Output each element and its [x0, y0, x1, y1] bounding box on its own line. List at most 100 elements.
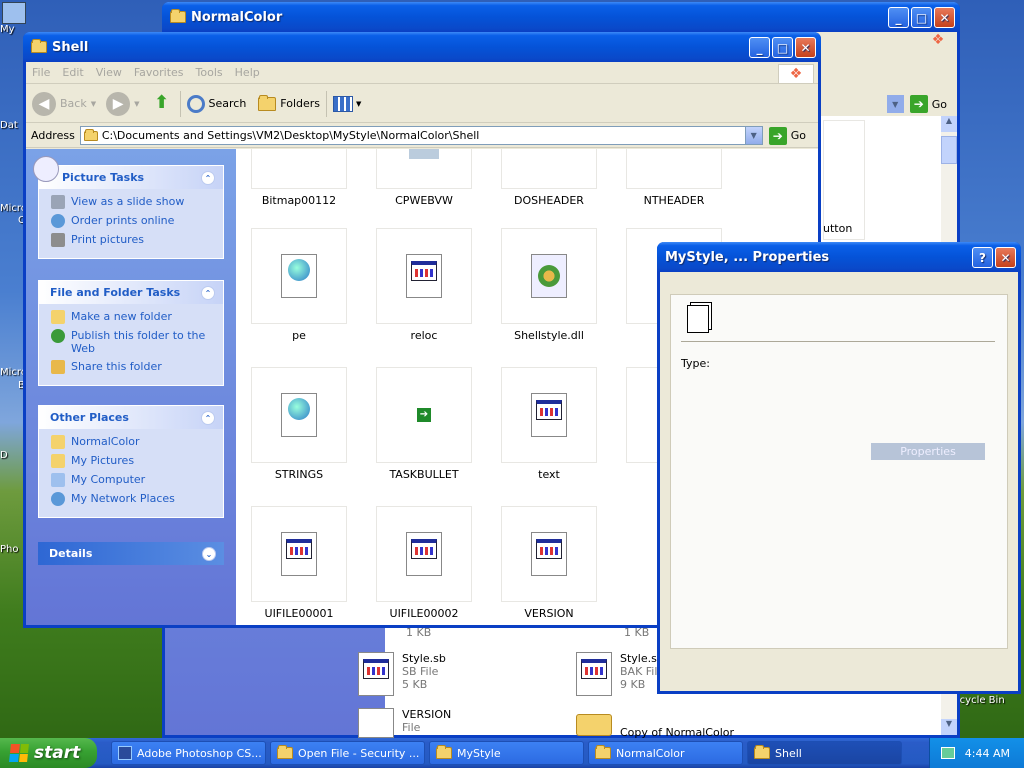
go-icon[interactable]: ➔ — [768, 126, 787, 145]
dialog-title: MyStyle, ... Properties — [665, 249, 830, 265]
go-button[interactable]: Go — [791, 129, 806, 142]
task-slideshow[interactable]: View as a slide show — [51, 195, 215, 209]
up-folder-button[interactable]: ⬆ — [150, 92, 174, 116]
folder-icon — [277, 745, 293, 759]
menu-help[interactable]: Help — [235, 66, 260, 79]
shell-titlebar[interactable]: Shell _ □ ✕ — [23, 32, 821, 62]
maximize-button[interactable]: □ — [772, 37, 793, 58]
address-dropdown-arrow[interactable]: ▼ — [886, 95, 904, 113]
views-icon — [333, 95, 354, 112]
forward-arrow-icon: ▶ — [106, 91, 131, 116]
back-button[interactable]: ◀ Back ▼ — [32, 91, 96, 116]
file-tile[interactable]: Bitmap00112 — [244, 149, 354, 207]
thumbnail — [501, 149, 597, 189]
task-label: Publish this folder to the Web — [71, 329, 206, 355]
minimize-button[interactable]: _ — [888, 7, 909, 28]
go-button[interactable]: Go — [932, 98, 947, 111]
properties-button[interactable]: Properties — [871, 443, 985, 460]
menubar: File Edit View Favorites Tools Help — [26, 62, 818, 84]
list-item[interactable]: Style.sb BAK File 9 KB — [576, 652, 664, 696]
address-dropdown-arrow[interactable]: ▼ — [744, 127, 762, 144]
views-button[interactable]: ▼ — [333, 95, 361, 112]
place-my-computer[interactable]: My Computer — [51, 473, 215, 487]
task-label: Make a new folder — [71, 310, 172, 323]
address-label: Address — [31, 129, 75, 142]
place-my-pictures[interactable]: My Pictures — [51, 454, 215, 468]
file-tile[interactable]: NTHEADER — [619, 149, 729, 207]
list-item[interactable]: Copy of NormalColor — [576, 714, 734, 739]
help-button[interactable]: ? — [972, 247, 993, 268]
file-folder-tasks-header[interactable]: File and Folder Tasks ⌃ — [39, 281, 223, 304]
close-button[interactable]: ✕ — [934, 7, 955, 28]
file-tile[interactable]: DOSHEADER — [494, 149, 604, 207]
close-button[interactable]: ✕ — [795, 37, 816, 58]
properties-titlebar[interactable]: MyStyle, ... Properties ? ✕ — [657, 242, 1021, 272]
task-print-pictures[interactable]: Print pictures — [51, 233, 215, 247]
search-button[interactable]: Search — [186, 94, 246, 113]
menu-view[interactable]: View — [96, 66, 122, 79]
file-label: VERSION — [524, 607, 574, 620]
forward-button[interactable]: ▶ ▼ — [106, 91, 140, 116]
collapse-icon[interactable]: ⌃ — [201, 411, 215, 425]
taskbar-button-mystyle[interactable]: MyStyle — [429, 741, 584, 765]
file-tile[interactable]: Shellstyle.dll — [494, 228, 604, 342]
address-bar: Address C:\Documents and Settings\VM2\De… — [26, 124, 818, 148]
application-icon — [531, 393, 567, 437]
scroll-thumb[interactable] — [941, 136, 957, 164]
network-icon — [51, 492, 65, 506]
other-places-panel: Other Places ⌃ NormalColor My Pictures M… — [38, 405, 224, 518]
file-tile[interactable]: UIFILE00001 — [244, 506, 354, 620]
picture-tasks-header[interactable]: Picture Tasks ⌃ — [33, 156, 223, 189]
list-item[interactable]: VERSION File — [358, 708, 451, 738]
network-tray-icon[interactable] — [940, 747, 955, 759]
other-places-header[interactable]: Other Places ⌃ — [39, 406, 223, 429]
back-arrow-icon: ◀ — [32, 91, 56, 116]
place-normalcolor[interactable]: NormalColor — [51, 435, 215, 449]
file-tile[interactable]: CPWEBVW — [369, 149, 479, 207]
thumbnail — [501, 367, 597, 463]
minimize-button[interactable]: _ — [749, 37, 770, 58]
start-button[interactable]: start — [0, 738, 97, 768]
panel-title: Other Places — [50, 411, 129, 424]
scroll-up-icon[interactable]: ▲ — [941, 116, 957, 132]
folder-icon — [83, 128, 98, 141]
taskbar-button-shell[interactable]: Shell — [747, 741, 902, 765]
expand-icon[interactable]: ⌄ — [202, 547, 216, 561]
details-header[interactable]: Details ⌄ — [38, 542, 224, 565]
task-new-folder[interactable]: Make a new folder — [51, 310, 215, 324]
file-tile[interactable]: VERSION — [494, 506, 604, 620]
file-tile[interactable]: STRINGS — [244, 367, 354, 481]
collapse-icon[interactable]: ⌃ — [201, 171, 215, 185]
collapse-icon[interactable]: ⌃ — [201, 286, 215, 300]
taskbar-button-photoshop[interactable]: Adobe Photoshop CS... — [111, 741, 266, 765]
file-tile[interactable]: ➔ TASKBULLET — [369, 367, 479, 481]
folders-button[interactable]: Folders — [258, 94, 320, 111]
maximize-button[interactable]: □ — [911, 7, 932, 28]
menu-tools[interactable]: Tools — [196, 66, 223, 79]
file-label: DOSHEADER — [514, 194, 584, 207]
scroll-down-icon[interactable]: ▼ — [941, 719, 957, 735]
place-network[interactable]: My Network Places — [51, 492, 215, 506]
menu-file[interactable]: File — [32, 66, 50, 79]
task-order-prints[interactable]: Order prints online — [51, 214, 215, 228]
file-tile[interactable]: UIFILE00002 — [369, 506, 479, 620]
task-publish-web[interactable]: Publish this folder to the Web — [51, 329, 215, 355]
close-button[interactable]: ✕ — [995, 247, 1016, 268]
task-label: Share this folder — [71, 360, 162, 373]
file-tile[interactable]: text — [494, 367, 604, 481]
normalcolor-titlebar[interactable]: NormalColor _ □ ✕ — [162, 2, 960, 32]
task-share-folder[interactable]: Share this folder — [51, 360, 215, 374]
file-tile[interactable]: reloc — [369, 228, 479, 342]
list-item[interactable]: Style.sb SB File 5 KB — [358, 652, 446, 696]
go-icon[interactable]: ➔ — [909, 95, 928, 113]
menu-favorites[interactable]: Favorites — [134, 66, 184, 79]
folder-icon — [31, 39, 47, 53]
menu-edit[interactable]: Edit — [62, 66, 83, 79]
file-tile[interactable]: pe — [244, 228, 354, 342]
folder-icon — [576, 714, 612, 736]
taskbar-button-open-file[interactable]: Open File - Security ... — [270, 741, 425, 765]
taskbar-button-label: NormalColor — [616, 746, 685, 760]
thumbnail — [376, 149, 472, 189]
address-input[interactable]: C:\Documents and Settings\VM2\Desktop\My… — [79, 126, 763, 145]
taskbar-button-normalcolor[interactable]: NormalColor — [588, 741, 743, 765]
